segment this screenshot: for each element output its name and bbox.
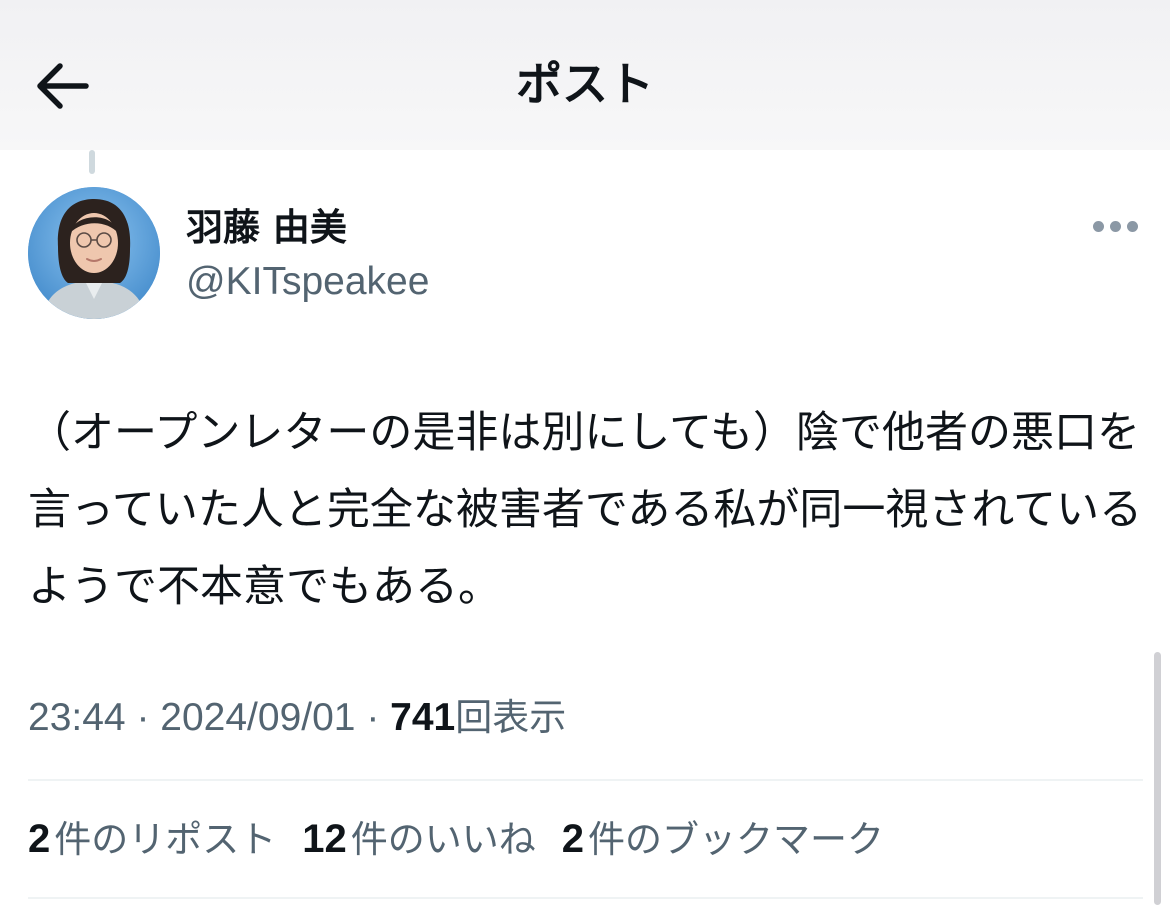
top-bar: ポスト — [0, 0, 1170, 150]
thread-connector-line — [89, 150, 95, 174]
reposts-stat[interactable]: 2 件のリポスト — [28, 813, 276, 866]
likes-count: 12 — [302, 817, 347, 861]
engagement-stats: 2 件のリポスト 12 件のいいね 2 件のブックマーク — [28, 813, 910, 866]
post-metadata: 23:44 · 2024/09/01 · 741回表示 — [28, 693, 566, 743]
scrollbar[interactable] — [1154, 652, 1161, 905]
meta-separator: · — [125, 696, 161, 739]
more-horizontal-icon — [1110, 221, 1121, 232]
divider — [28, 897, 1143, 899]
post-time[interactable]: 23:44 — [28, 696, 126, 739]
likes-label: 件のいいね — [350, 818, 536, 861]
post-text: （オープンレターの是非は別にしても）陰で他者の悪口を言っていた人と完全な被害者で… — [28, 408, 1143, 612]
more-options-button[interactable] — [1090, 212, 1140, 240]
avatar[interactable] — [28, 187, 160, 319]
bookmarks-label: 件のブックマーク — [588, 818, 884, 861]
divider — [28, 779, 1143, 781]
bookmarks-stat[interactable]: 2 件のブックマーク — [562, 813, 884, 866]
author-display-name[interactable]: 羽藤 由美 — [186, 203, 347, 253]
views-count: 741 — [390, 696, 456, 739]
page-title: ポスト — [516, 57, 654, 111]
views-label: 回表示 — [455, 696, 567, 739]
profile-photo — [28, 187, 160, 319]
bookmarks-count: 2 — [561, 817, 584, 861]
reposts-count: 2 — [28, 817, 51, 861]
more-horizontal-icon — [1093, 221, 1104, 232]
author-handle[interactable]: @KITspeakee — [186, 259, 429, 305]
reposts-label: 件のリポスト — [54, 818, 277, 861]
post-date[interactable]: 2024/09/01 — [160, 696, 355, 739]
more-horizontal-icon — [1127, 221, 1138, 232]
meta-separator: · — [355, 696, 391, 739]
likes-stat[interactable]: 12 件のいいね — [302, 813, 536, 866]
